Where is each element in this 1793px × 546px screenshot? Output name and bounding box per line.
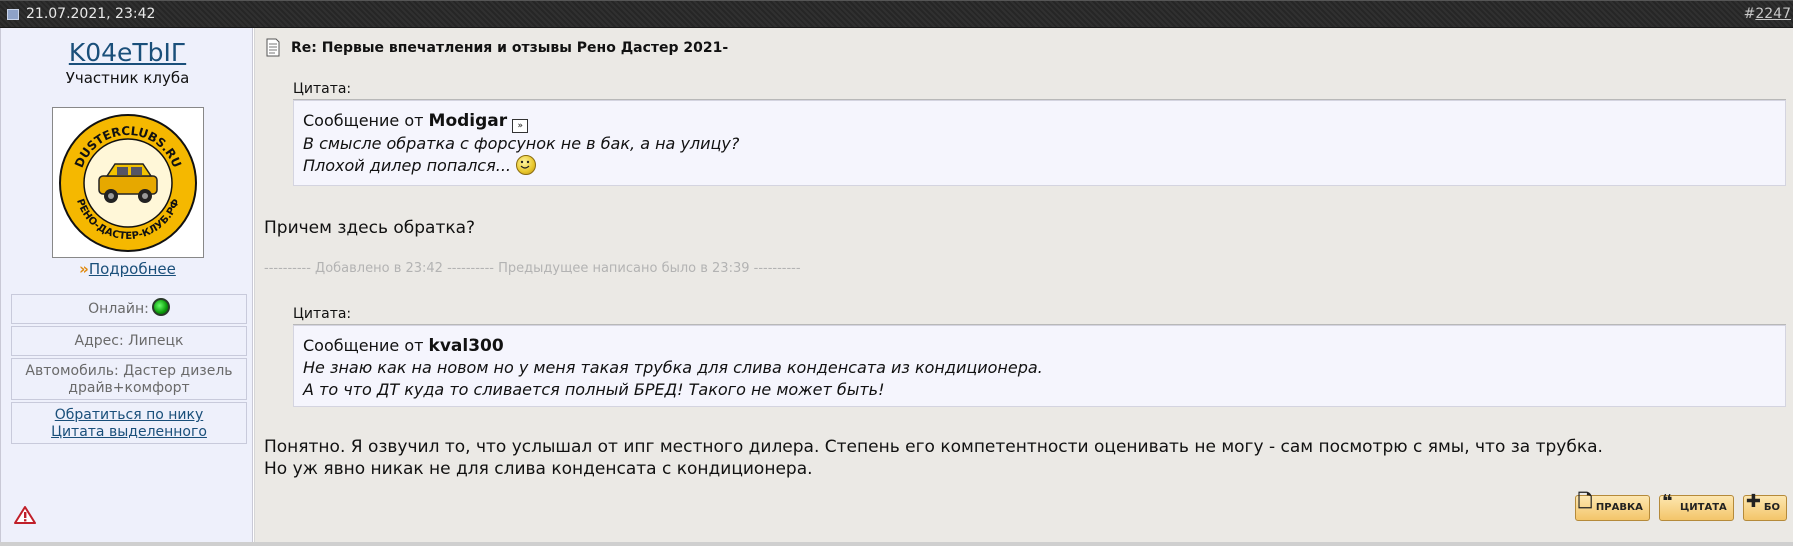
post-date: 21.07.2021, 23:42	[26, 6, 156, 22]
post-text-1: Причем здесь обратка?	[264, 218, 476, 238]
quote-line-2: Плохой дилер попался...	[303, 156, 511, 175]
smile-icon	[516, 155, 537, 175]
quote-button[interactable]: ❝ ЦИТАТА	[1659, 491, 1734, 521]
more-info: »Подробнее	[1, 260, 254, 278]
quote-line-1: В смысле обратка с форсунок не в бак, а …	[303, 134, 740, 153]
quote-label: Цитата:	[293, 81, 352, 97]
mention-by-nick-link[interactable]: Обратиться по нику	[12, 407, 246, 424]
document-icon	[266, 38, 280, 57]
add-icon: ✚	[1745, 491, 1761, 512]
user-address: Адрес: Липецк	[11, 326, 247, 356]
post-actions: 🗋 ПРАВКА ❝ ЦИТАТА ✚ БО	[1571, 491, 1787, 521]
edit-icon: 🗋	[1577, 491, 1593, 512]
edit-button[interactable]: 🗋 ПРАВКА	[1574, 491, 1650, 521]
quote-prefix: Сообщение от	[303, 336, 424, 355]
post-status-icon	[7, 9, 19, 20]
multi-quote-button[interactable]: ✚ БО	[1742, 491, 1787, 521]
post-text-2-line1: Понятно. Я озвучил то, что услышал от ип…	[264, 437, 1603, 457]
post-text-2: Понятно. Я озвучил то, что услышал от ип…	[264, 436, 1603, 480]
online-status: Онлайн:	[11, 294, 247, 324]
user-info-panel: K04eTbIГ Участник клуба DUSTERCLUBS.RU Р…	[0, 28, 253, 542]
quote-author: Modigar	[428, 111, 508, 131]
quote-line-2: А то что ДТ куда то сливается полный БРЕ…	[303, 380, 885, 399]
post-title: Re: Первые впечатления и отзывы Рено Дас…	[291, 40, 729, 56]
avatar-logo-icon: DUSTERCLUBS.RU РЕНО-ДАСТЕР-КЛУБ.РФ	[59, 114, 197, 252]
quote-box: Сообщение от Modigar » В смысле обратка …	[293, 100, 1786, 186]
report-warning-icon[interactable]	[14, 505, 36, 525]
post-header-bar: 21.07.2021, 23:42 #2247	[0, 0, 1793, 28]
online-indicator-icon	[151, 298, 170, 316]
jump-to-post-icon[interactable]: »	[512, 119, 529, 133]
more-info-link[interactable]: Подробнее	[89, 260, 176, 278]
bottom-border	[0, 542, 1793, 546]
quote-line-1: Не знаю как на новом но у меня такая тру…	[303, 358, 1043, 377]
avatar[interactable]: DUSTERCLUBS.RU РЕНО-ДАСТЕР-КЛУБ.РФ	[52, 107, 204, 258]
quote-icon: ❝	[1662, 491, 1673, 512]
user-car: Автомобиль: Дастер дизель драйв+комфорт	[11, 358, 247, 400]
post-content: Re: Первые впечатления и отзывы Рено Дас…	[254, 28, 1793, 542]
user-links: Обратиться по нику Цитата выделенного	[11, 402, 247, 444]
quote-prefix: Сообщение от	[303, 111, 424, 130]
quote-selection-link[interactable]: Цитата выделенного	[12, 424, 246, 441]
double-chevron-down-icon: »	[79, 260, 89, 278]
merged-post-note: ---------- Добавлено в 23:42 ---------- …	[264, 261, 801, 276]
quote-label: Цитата:	[293, 306, 352, 322]
user-car-line1: Автомобиль: Дастер дизель	[25, 363, 233, 379]
user-title: Участник клуба	[65, 69, 190, 87]
user-car-line2: драйв+комфорт	[68, 380, 190, 396]
post-number-link[interactable]: 2247	[1755, 6, 1791, 22]
quote-box: Сообщение от kval300 Не знаю как на ново…	[293, 325, 1786, 407]
quote-author: kval300	[428, 336, 504, 356]
post-text-2-line2: Но уж явно никак не для слива конденсата…	[264, 459, 813, 479]
post-number: #2247	[1743, 6, 1791, 22]
online-label: Онлайн:	[88, 301, 149, 317]
username-link[interactable]: K04eTbIГ	[1, 38, 254, 67]
